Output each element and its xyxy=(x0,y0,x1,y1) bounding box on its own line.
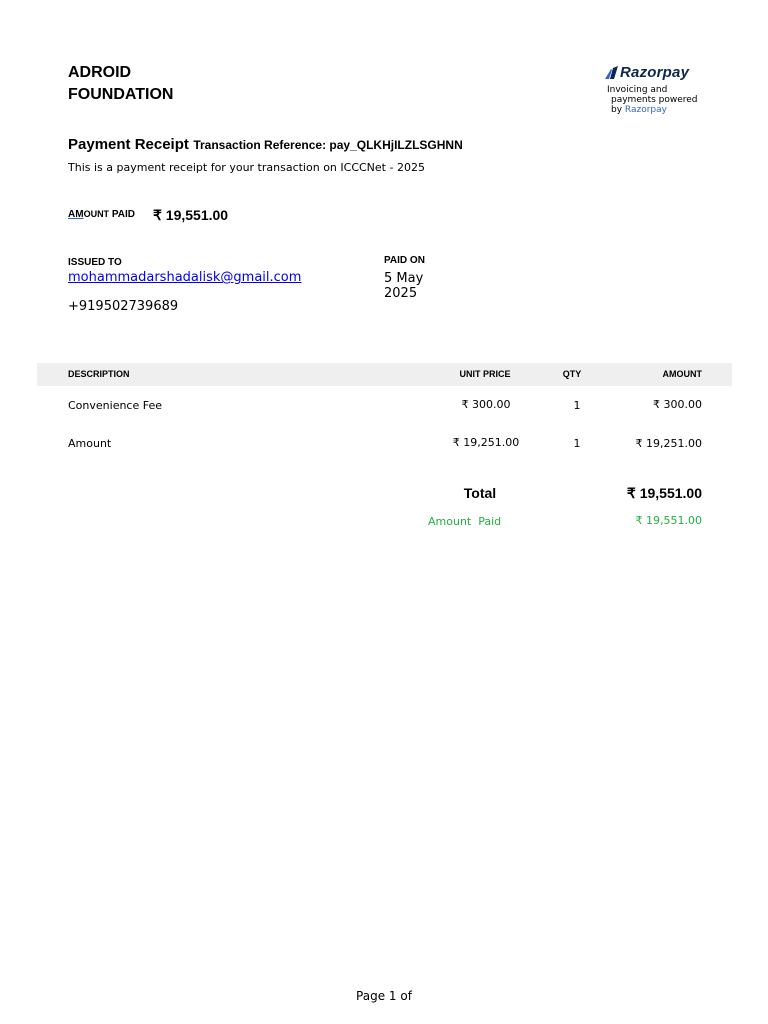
amount-label-paid: PAID xyxy=(111,209,135,220)
row-1-qty: 1 xyxy=(573,399,581,412)
column-header-qty: QTY xyxy=(562,369,582,379)
razorpay-logo: Razorpay xyxy=(605,63,689,81)
razorpay-mark-icon xyxy=(605,65,618,79)
issued-to-email-link[interactable]: mohammadarshadalisk@gmail.com xyxy=(68,270,301,285)
row-2-amount: ₹ 19,251.00 xyxy=(635,437,702,450)
amount-label-rest: OUNT xyxy=(83,209,110,219)
powered-line2: payments powered xyxy=(611,95,698,105)
page-number: Page 1 of xyxy=(356,989,412,1003)
row-2-description: Amount xyxy=(68,437,112,450)
receipt-title: Payment Receipt xyxy=(68,136,189,153)
receipt-title-row: Payment Receipt Transaction Reference: p… xyxy=(68,136,463,154)
amount-paid-value: ₹ 19,551.00 xyxy=(153,207,229,223)
column-header-description: DESCRIPTION xyxy=(68,369,130,379)
paid-on-date: 5 May 2025 xyxy=(384,271,424,301)
transaction-reference: Transaction Reference: pay_QLKHjILZLSGHN… xyxy=(193,138,463,152)
razorpay-logo-text: Razorpay xyxy=(620,63,690,81)
column-header-amount: AMOUNT xyxy=(662,369,703,379)
row-2-qty: 1 xyxy=(573,437,581,450)
row-2-unit-price: ₹ 19,251.00 xyxy=(452,436,520,449)
row-1-amount: ₹ 300.00 xyxy=(653,398,702,411)
powered-by-text: Invoicing and payments powered by Razorp… xyxy=(607,85,717,115)
paid-on-label: PAID ON xyxy=(384,255,425,266)
receipt-description: This is a payment receipt for your trans… xyxy=(68,161,425,174)
issued-to-phone: +919502739689 xyxy=(68,299,179,314)
amount-label-underlined: AM xyxy=(68,209,84,220)
powered-by-label: by xyxy=(611,105,623,115)
total-label: Total xyxy=(463,485,497,501)
organization-name: ADROID FOUNDATION xyxy=(68,62,268,106)
column-header-unit-price: UNIT PRICE xyxy=(459,369,511,379)
powered-line1: Invoicing and xyxy=(607,85,668,95)
amount-paid-summary-label: Amount Paid xyxy=(428,515,502,528)
organization-name-line1: ADROID xyxy=(68,64,132,81)
total-value: ₹ 19,551.00 xyxy=(626,485,702,501)
amount-paid-summary-value: ₹ 19,551.00 xyxy=(635,514,702,527)
amount-paid-label: AMOUNT PAID xyxy=(68,209,135,220)
issued-to-label: ISSUED TO xyxy=(68,257,122,268)
organization-name-line2: FOUNDATION xyxy=(68,86,174,103)
row-1-description: Convenience Fee xyxy=(68,399,162,412)
powered-by-razorpay: Razorpay xyxy=(624,105,667,115)
row-1-unit-price: ₹ 300.00 xyxy=(461,398,511,411)
